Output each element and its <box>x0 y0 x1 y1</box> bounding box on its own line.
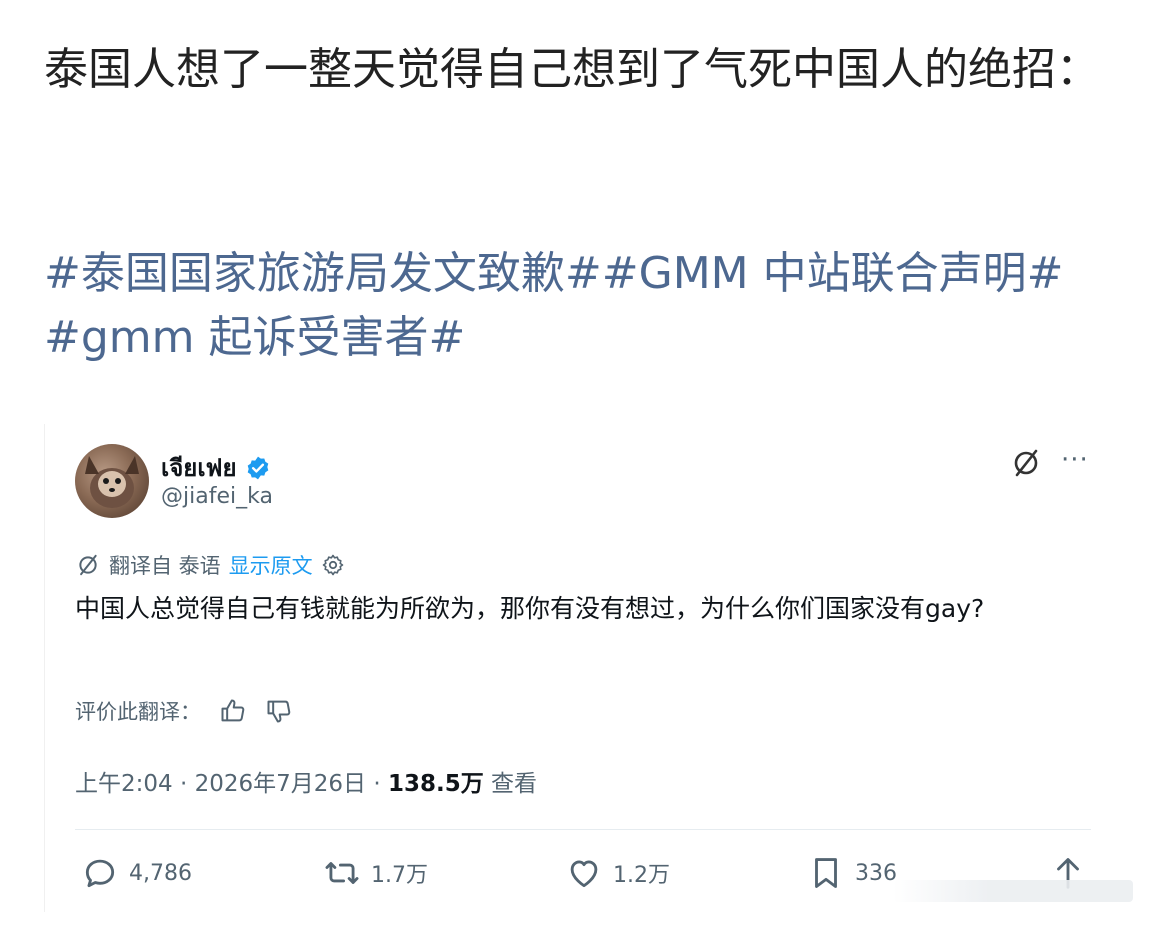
display-name[interactable]: เจียเฟย <box>161 448 271 487</box>
hashtag-link[interactable]: #gmm 起诉受害者# <box>44 312 465 363</box>
show-original-link[interactable]: 显示原文 <box>229 550 313 580</box>
views-label: 查看 <box>483 771 538 797</box>
reply-icon <box>85 859 115 888</box>
avatar[interactable] <box>75 444 149 518</box>
translated-from-label: 翻译自 泰语 <box>109 554 221 578</box>
hashtag-list: #泰国国家旅游局发文致歉##GMM 中站联合声明# #gmm 起诉受害者# <box>44 242 1134 370</box>
hashtag-link[interactable]: #GMM 中站联合声明# <box>602 248 1064 299</box>
like-count: 1.2万 <box>613 863 670 888</box>
reply-button[interactable]: 4,786 <box>81 854 192 892</box>
retweet-icon <box>325 862 359 884</box>
retweet-count: 1.7万 <box>371 863 428 888</box>
avatar-dog-image <box>85 456 139 508</box>
thumbs-down-icon[interactable] <box>265 697 293 725</box>
verified-badge-icon <box>247 456 268 479</box>
bookmark-icon <box>815 858 837 888</box>
settings-icon[interactable] <box>321 553 345 577</box>
like-button[interactable]: 1.2万 <box>565 854 670 892</box>
retweet-button[interactable]: 1.7万 <box>323 854 428 892</box>
rate-translation-label: 评价此翻译： <box>75 700 201 724</box>
timestamp[interactable]: 上午2:04 · 2026年7月26日 · <box>75 771 388 797</box>
divider <box>75 829 1091 830</box>
bookmark-count: 336 <box>855 860 897 886</box>
handle[interactable]: @jiafei_ka <box>161 484 273 509</box>
display-name-text: เจียเฟย <box>161 454 237 482</box>
thumbs-up-icon[interactable] <box>219 697 247 725</box>
more-icon[interactable]: ··· <box>1061 447 1093 474</box>
grok-icon[interactable] <box>1009 446 1043 480</box>
rate-translation: 评价此翻译： <box>75 696 293 726</box>
reply-count: 4,786 <box>129 860 192 886</box>
bookmark-button[interactable]: 336 <box>807 854 897 892</box>
like-icon <box>570 860 598 888</box>
translation-notice: 翻译自 泰语 显示原文 <box>75 550 345 580</box>
views-count: 138.5万 <box>387 771 484 797</box>
hashtag-link[interactable]: #泰国国家旅游局发文致歉# <box>44 248 602 299</box>
post-text: 泰国人想了一整天觉得自己想到了气死中国人的绝招： <box>44 44 1100 95</box>
watermark <box>893 880 1133 902</box>
translate-icon <box>79 554 97 576</box>
embedded-tweet-card[interactable]: เจียเฟย @jiafei_ka ··· 翻译自 泰语 显示原文 中国人总觉… <box>44 424 1133 912</box>
tweet-metadata: 上午2:04 · 2026年7月26日 · 138.5万 查看 <box>75 764 537 798</box>
tweet-body: 中国人总觉得自己有钱就能为所欲为，那你有没有想过，为什么你们国家没有gay? <box>75 594 985 623</box>
